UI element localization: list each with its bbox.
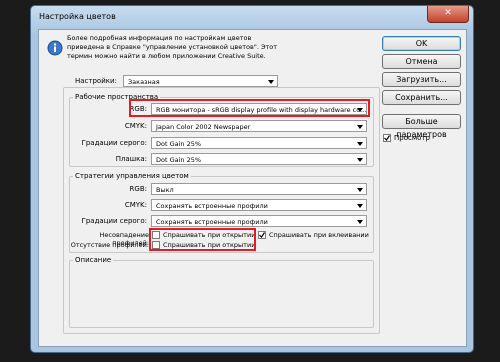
close-button[interactable]: ✕ — [427, 6, 469, 23]
color-settings-dialog: Настройка цветов ✕ Более подробная инфор… — [30, 5, 474, 353]
save-button[interactable]: Сохранить... — [382, 90, 461, 105]
missing-label: Отсутствие профилей: — [70, 241, 149, 249]
info-text: Более подробная информация по настройкам… — [67, 34, 277, 61]
more-options-button[interactable]: Больше параметров — [382, 114, 461, 139]
checkmark-icon — [384, 135, 390, 141]
chevron-down-icon — [357, 125, 363, 129]
dialog-body: Более подробная информация по настройкам… — [38, 29, 467, 347]
title-bar: Настройка цветов ✕ — [31, 6, 473, 28]
policy-gray-label: Градации серого: — [81, 217, 147, 225]
settings-value: Заказная — [128, 78, 160, 86]
ok-button[interactable]: OK — [382, 36, 461, 51]
ws-cmyk-value: Japan Color 2002 Newspaper — [156, 123, 251, 131]
highlight-rgb-working-space — [129, 99, 370, 117]
policy-rgb-value: Выкл — [156, 186, 174, 194]
ws-cmyk-label: CMYK: — [124, 122, 147, 130]
chevron-down-icon — [357, 220, 363, 224]
settings-select[interactable]: Заказная — [123, 75, 278, 87]
policy-cmyk-select[interactable]: Сохранять встроенные профили — [151, 199, 367, 211]
chevron-down-icon — [357, 142, 363, 146]
info-icon — [47, 40, 63, 56]
info-line-1: Более подробная информация по настройкам… — [67, 34, 252, 42]
policy-cmyk-label: CMYK: — [124, 201, 147, 209]
policy-gray-select[interactable]: Сохранять встроенные профили — [151, 215, 367, 227]
cancel-button[interactable]: Отмена — [382, 54, 461, 69]
policy-gray-value: Сохранять встроенные профили — [156, 218, 268, 226]
ws-spot-value: Dot Gain 25% — [156, 156, 202, 164]
policy-rgb-label: RGB: — [129, 185, 147, 193]
policies-title: Стратегии управления цветом — [73, 172, 191, 180]
highlight-profile-checkboxes — [149, 228, 256, 251]
ws-gray-label: Градации серого: — [81, 139, 147, 147]
chevron-down-icon — [268, 80, 274, 84]
load-button[interactable]: Загрузить... — [382, 72, 461, 87]
info-line-2: приведена в Справке "управление установк… — [67, 43, 278, 51]
mismatch-paste-checkbox[interactable] — [258, 231, 266, 239]
ws-spot-label: Плашка: — [115, 155, 147, 163]
policy-cmyk-value: Сохранять встроенные профили — [156, 202, 268, 210]
chevron-down-icon — [357, 188, 363, 192]
ws-cmyk-select[interactable]: Japan Color 2002 Newspaper — [151, 120, 367, 132]
ws-gray-select[interactable]: Dot Gain 25% — [151, 137, 367, 149]
ws-spot-select[interactable]: Dot Gain 25% — [151, 153, 367, 165]
description-group — [69, 260, 374, 328]
policy-rgb-select[interactable]: Выкл — [151, 183, 367, 195]
ws-gray-value: Dot Gain 25% — [156, 140, 202, 148]
description-title: Описание — [73, 256, 114, 264]
preview-label: Просмотр — [394, 134, 430, 142]
checkmark-icon — [259, 232, 265, 238]
chevron-down-icon — [357, 158, 363, 162]
window-title: Настройка цветов — [39, 12, 116, 21]
preview-checkbox[interactable] — [383, 134, 391, 142]
mismatch-paste-label: Спрашивать при вклеивании — [269, 231, 369, 239]
chevron-down-icon — [357, 204, 363, 208]
info-line-3: термин можно найти в любом приложении Cr… — [67, 52, 266, 60]
settings-label: Настройки: — [75, 77, 117, 85]
